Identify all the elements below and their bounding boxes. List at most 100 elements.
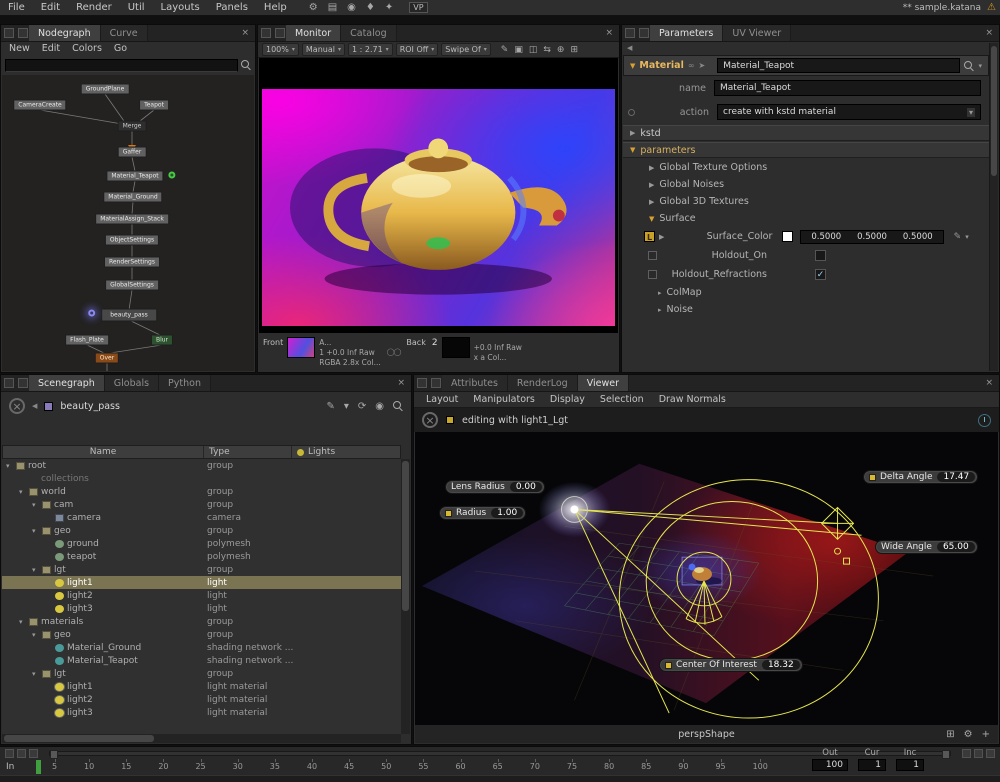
tab[interactable]: Catalog xyxy=(341,25,396,41)
holdout-on-checkbox[interactable] xyxy=(815,250,826,261)
parameters-section[interactable]: ▼ parameters xyxy=(623,142,998,158)
tab[interactable]: Curve xyxy=(101,25,148,41)
scenegraph-row[interactable]: Material_Teapot shading network ... xyxy=(2,654,401,667)
scenegraph-row[interactable]: light1 light material xyxy=(2,680,401,693)
frame-number[interactable]: 75 xyxy=(567,762,577,771)
graph-node[interactable]: Blur xyxy=(151,335,173,346)
scenegraph-row[interactable]: lgt group xyxy=(2,667,401,680)
tab[interactable]: Globals xyxy=(105,375,159,391)
frame-number[interactable]: 50 xyxy=(381,762,391,771)
pen-icon[interactable] xyxy=(501,45,509,55)
viewer-menu-item[interactable]: Manipulators xyxy=(473,394,535,405)
scrollbar-horizontal[interactable] xyxy=(2,734,401,743)
close-panel-icon[interactable]: × xyxy=(599,25,619,41)
expander-icon[interactable] xyxy=(32,566,41,574)
pen-icon[interactable] xyxy=(954,232,962,242)
scenegraph-row[interactable]: light3 light material xyxy=(2,706,401,719)
caret-icon[interactable] xyxy=(344,401,349,412)
graph-node[interactable]: GlobalSettings xyxy=(105,280,159,291)
frame-number[interactable]: 40 xyxy=(307,762,317,771)
pen-icon[interactable] xyxy=(326,401,334,412)
scenegraph-row[interactable]: root group xyxy=(2,459,401,472)
search-icon[interactable] xyxy=(241,60,251,70)
graph-node[interactable]: MaterialAssign_Stack xyxy=(95,214,169,225)
history-back-icon[interactable]: ◀ xyxy=(627,44,632,52)
column-lights[interactable]: Lights xyxy=(291,446,400,458)
expander-icon[interactable] xyxy=(19,488,28,496)
wrench-icon[interactable] xyxy=(385,2,393,13)
nodegraph-canvas[interactable]: GroundPlane CameraCreate Teapot xyxy=(2,75,254,371)
param-group[interactable]: ▸ Noise xyxy=(622,301,999,318)
scrollbar-vertical[interactable] xyxy=(989,43,998,371)
viewer-menu-item[interactable]: Display xyxy=(550,394,585,405)
panel-split-icon[interactable] xyxy=(431,378,441,388)
scenegraph-row[interactable]: materials group xyxy=(2,615,401,628)
close-panel-icon[interactable]: × xyxy=(979,25,999,41)
frame-number[interactable]: 90 xyxy=(678,762,688,771)
menubar-item[interactable]: Panels xyxy=(208,1,256,14)
expander-icon[interactable] xyxy=(32,631,41,639)
viewer-menu-item[interactable]: Layout xyxy=(426,394,458,405)
scenegraph-row[interactable]: light3 light xyxy=(2,602,401,615)
manipulator-readout[interactable]: Delta Angle 17.47 xyxy=(863,470,978,484)
manipulator-readout[interactable]: Wide Angle 65.00 xyxy=(875,540,978,554)
gear-icon[interactable] xyxy=(309,2,318,13)
monitor-canvas[interactable] xyxy=(259,58,618,333)
tab[interactable]: Viewer xyxy=(578,375,629,391)
graph-node[interactable]: GroundPlane xyxy=(81,84,130,95)
color-values-field[interactable]: 0.5000 0.5000 0.5000 xyxy=(800,230,943,244)
frame-number[interactable]: 60 xyxy=(455,762,465,771)
front-buffer-thumbnail[interactable] xyxy=(287,337,315,358)
frame-number[interactable]: 10 xyxy=(84,762,94,771)
scenegraph-row[interactable]: light2 light material xyxy=(2,693,401,706)
frame-number[interactable]: 25 xyxy=(195,762,205,771)
viewer-viewport[interactable]: Lens Radius 0.00 Radius 1.00 Delta Angle… xyxy=(415,432,998,725)
keyframe-icon[interactable] xyxy=(29,749,38,758)
kstd-section[interactable]: ▶ kstd xyxy=(623,125,998,141)
frame-number[interactable]: 55 xyxy=(418,762,428,771)
expander-icon[interactable] xyxy=(32,527,41,535)
graph-node[interactable]: ObjectSettings xyxy=(105,235,159,246)
frame-number[interactable]: 20 xyxy=(158,762,168,771)
power-icon[interactable] xyxy=(978,414,991,427)
working-set-icon[interactable] xyxy=(9,398,25,414)
frame-number[interactable]: 45 xyxy=(344,762,354,771)
frame-number[interactable]: 65 xyxy=(493,762,503,771)
node-menu-icon[interactable]: ▾ xyxy=(978,62,982,70)
current-frame-marker[interactable] xyxy=(36,760,41,774)
panel-split-icon[interactable] xyxy=(639,28,649,38)
monitor-dropdown[interactable]: ROI Off xyxy=(396,43,439,56)
menubar-item[interactable]: Edit xyxy=(33,1,68,14)
scrollbar-vertical[interactable] xyxy=(401,459,410,734)
grid-icon[interactable] xyxy=(946,729,954,740)
note-icon[interactable] xyxy=(514,45,523,55)
close-panel-icon[interactable]: × xyxy=(235,25,255,41)
nodegraph-menu-item[interactable]: New xyxy=(9,43,30,55)
scenegraph-row[interactable]: lgt group xyxy=(2,563,401,576)
monitor-dropdown[interactable]: 1 : 2.71 xyxy=(348,43,393,56)
tab[interactable]: Python xyxy=(159,375,211,391)
frame-number[interactable]: 95 xyxy=(715,762,725,771)
tab[interactable]: Attributes xyxy=(442,375,508,391)
expander-icon[interactable] xyxy=(32,501,41,509)
panel-options-icon[interactable] xyxy=(417,378,427,388)
graph-node[interactable]: Flash_Plate xyxy=(65,335,109,346)
copy-icon[interactable] xyxy=(529,45,538,55)
tab[interactable]: UV Viewer xyxy=(723,25,791,41)
param-default-icon[interactable] xyxy=(648,251,657,260)
menubar-item[interactable]: Util xyxy=(120,1,153,14)
column-type[interactable]: Type xyxy=(203,446,291,458)
front-buffer-info[interactable]: A... 1 +0.0 Inf Raw RGBA 2.8x Col... xyxy=(319,335,381,369)
scenegraph-row[interactable]: world group xyxy=(2,485,401,498)
collapse-node-icon[interactable]: ▼ xyxy=(630,62,635,70)
nodegraph-menu-item[interactable]: Edit xyxy=(42,43,60,55)
step-back-icon[interactable] xyxy=(962,749,971,758)
frame-number[interactable]: 5 xyxy=(52,762,57,771)
scenegraph-row[interactable]: camera camera xyxy=(2,511,401,524)
node-search-input[interactable] xyxy=(5,59,238,72)
link-icon[interactable]: ∞ xyxy=(688,61,695,70)
scenegraph-row[interactable]: cam group xyxy=(2,498,401,511)
panel-options-icon[interactable] xyxy=(261,28,271,38)
current-frame-field[interactable]: 1 xyxy=(858,759,886,771)
tab[interactable]: Monitor xyxy=(286,25,341,41)
